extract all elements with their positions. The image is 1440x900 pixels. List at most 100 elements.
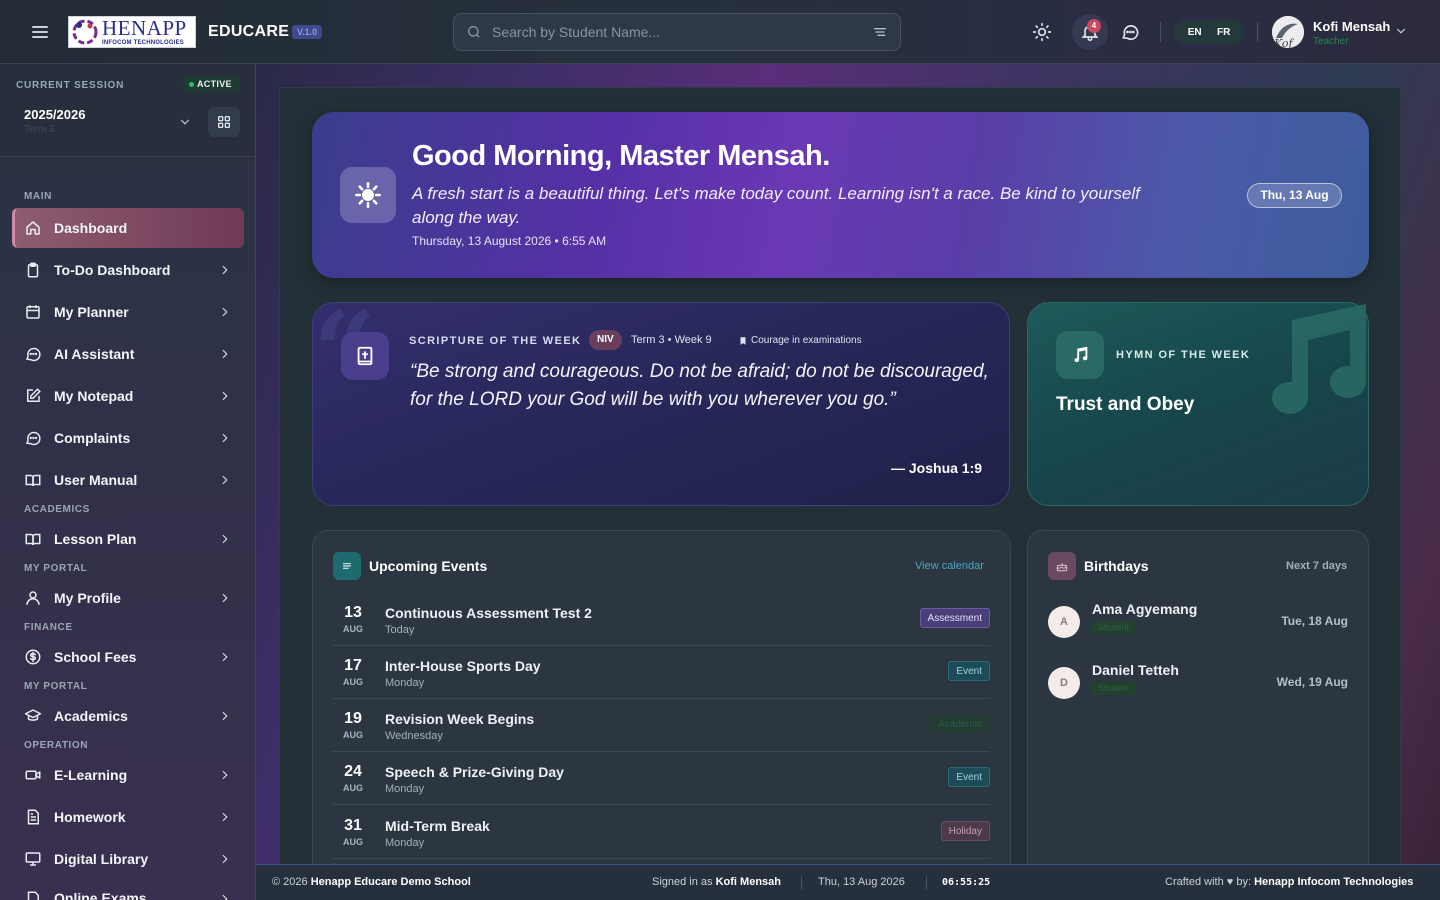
sidebar-item-label: Digital Library (54, 851, 149, 867)
sidebar-item-school-fees[interactable]: School Fees (12, 637, 244, 677)
lang-fr-button[interactable]: FR (1217, 27, 1230, 38)
sidebar-item-e-learning[interactable]: E-Learning (12, 755, 244, 795)
search-input[interactable] (492, 24, 872, 40)
greeting-message: A fresh start is a beautiful thing. Let'… (412, 184, 1140, 227)
sidebar-item-academics[interactable]: Academics (12, 696, 244, 736)
event-month: AUG (343, 730, 363, 740)
sidebar-item-dashboard[interactable]: Dashboard (12, 208, 244, 248)
sidebar-item-digital-library[interactable]: Digital Library (12, 839, 244, 879)
event-tag: Event (948, 767, 990, 787)
chat-icon[interactable] (1120, 22, 1140, 42)
filter-icon[interactable] (872, 24, 888, 40)
event-row[interactable]: 17 AUG Inter-House Sports Day Monday Eve… (333, 646, 990, 699)
sidebar-item-label: My Planner (54, 304, 129, 320)
session-panel: CURRENT SESSION ACTIVE 2025/2026 Term 3 (0, 64, 255, 157)
sidebar-item-label: My Profile (54, 590, 121, 606)
chevron-down-icon[interactable] (178, 115, 192, 129)
event-row[interactable]: 19 AUG Revision Week Begins Wednesday Ac… (333, 699, 990, 752)
birthday-name: Ama Agyemang (1092, 601, 1198, 617)
crafted-prefix: Crafted with (1165, 876, 1224, 888)
search-icon (468, 26, 480, 38)
signed-in-prefix: Signed in as (652, 876, 713, 888)
event-row[interactable]: 31 AUG Mid-Term Break Monday Holiday (333, 806, 990, 859)
edit-icon (27, 388, 41, 402)
sidebar-item-homework[interactable]: Homework (12, 797, 244, 837)
sidebar-item-my-planner[interactable]: My Planner (12, 292, 244, 332)
birthday-icon-tile (1048, 552, 1076, 580)
event-name: Revision Week Begins (385, 711, 535, 727)
event-row[interactable]: 13 AUG Continuous Assessment Test 2 Toda… (333, 593, 990, 646)
view-calendar-link[interactable]: View calendar (915, 560, 984, 572)
event-name: Speech & Prize-Giving Day (385, 764, 564, 780)
scripture-reference: — Joshua 1:9 (891, 460, 983, 476)
chat-bubble-icon (25, 347, 41, 362)
book-open-icon (25, 533, 41, 546)
sidebar-item-label: User Manual (54, 472, 138, 488)
chevron-right-icon (222, 349, 228, 359)
event-day: 17 (344, 657, 362, 674)
sidebar-item-online-exams[interactable]: Online Exams (12, 880, 244, 900)
events-title: Upcoming Events (369, 558, 488, 574)
nav-section-operation: OPERATION (24, 740, 89, 751)
dollar-icon (25, 649, 41, 665)
message-icon (25, 431, 41, 446)
nav-section-finance: FINANCE (24, 622, 73, 633)
lang-en-button[interactable]: EN (1188, 27, 1202, 38)
document-icon (27, 809, 39, 825)
divider (926, 876, 927, 890)
birthday-item[interactable]: D Daniel Tetteh Student Wed, 19 Aug (1048, 658, 1348, 716)
chevron-right-icon (222, 307, 228, 317)
event-month: AUG (343, 783, 363, 793)
monitor-icon (25, 852, 41, 866)
birthday-date: Tue, 18 Aug (1281, 614, 1348, 628)
session-year[interactable]: 2025/2026 (24, 107, 85, 122)
divider (801, 876, 802, 890)
birthday-role-badge: Student (1092, 621, 1136, 634)
event-row[interactable]: 24 AUG Speech & Prize-Giving Day Monday … (333, 752, 990, 805)
sidebar-item-lesson-plan[interactable]: Lesson Plan (12, 519, 244, 559)
user-avatar[interactable]: Kof (1272, 16, 1304, 48)
avatar: D (1048, 667, 1080, 699)
sidebar-item-user-manual[interactable]: User Manual (12, 460, 244, 500)
sidebar-item-label: Dashboard (54, 220, 128, 236)
video-icon (25, 770, 41, 780)
grid-icon (218, 116, 230, 128)
scripture-topic-text: Courage in examinations (751, 335, 862, 346)
chevron-down-icon[interactable] (1394, 24, 1408, 38)
heart-icon: ♥ (1226, 876, 1234, 888)
top-bar: HENAPP INFOCOM TECHNOLOGIES EDUCARE V.1.… (0, 0, 1440, 64)
menu-icon[interactable] (28, 20, 52, 44)
crafted-by: by: (1236, 876, 1252, 888)
apps-grid-button[interactable] (208, 107, 240, 137)
event-day: 24 (344, 763, 362, 780)
sidebar-item-label: Online Exams (54, 890, 147, 900)
avatar-initials: Kof (1273, 37, 1295, 48)
bookmark-icon (740, 336, 746, 345)
school-name: Henapp Educare Demo School (310, 876, 471, 888)
scripture-label: SCRIPTURE OF THE WEEK (409, 335, 582, 347)
signed-in-user: Kofi Mensah (715, 876, 782, 888)
avatar: A (1048, 606, 1080, 638)
app-name: EDUCARE (208, 23, 290, 40)
birthdays-title: Birthdays (1084, 558, 1149, 574)
chevron-right-icon (222, 534, 228, 544)
sidebar-item-my-profile[interactable]: My Profile (12, 578, 244, 618)
user-name[interactable]: Kofi Mensah (1313, 19, 1390, 34)
theme-sun-icon[interactable] (1032, 22, 1052, 42)
sidebar-item-my-notepad[interactable]: My Notepad (12, 376, 244, 416)
sidebar-item-label: AI Assistant (54, 346, 135, 362)
event-month: AUG (343, 837, 363, 847)
sidebar-item-todo-dashboard[interactable]: To-Do Dashboard (12, 250, 244, 290)
sidebar-item-complaints[interactable]: Complaints (12, 418, 244, 458)
version-badge: V.1.0 (292, 25, 323, 39)
birthday-item[interactable]: A Ama Agyemang Student Tue, 18 Aug (1048, 597, 1348, 655)
copyright-year: © 2026 (272, 876, 308, 888)
event-when: Monday (385, 783, 425, 795)
company-name: Henapp Infocom Technologies (1254, 876, 1414, 888)
footer-date: Thu, 13 Aug 2026 (818, 876, 905, 888)
event-tag: Assessment (919, 608, 990, 628)
chevron-right-icon (222, 770, 228, 780)
company-logo[interactable]: HENAPP INFOCOM TECHNOLOGIES (68, 16, 196, 48)
sidebar-item-ai-assistant[interactable]: AI Assistant (12, 334, 244, 374)
sidebar-item-label: School Fees (54, 649, 137, 665)
